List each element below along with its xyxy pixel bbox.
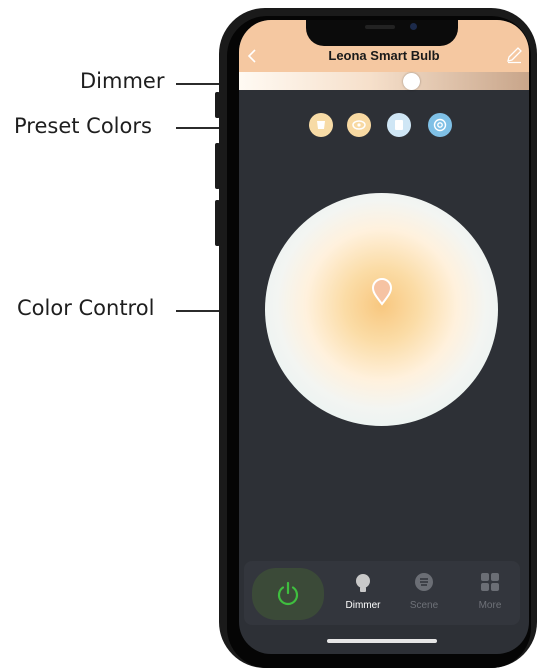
book-icon (395, 120, 403, 130)
dimmer-slider[interactable] (239, 72, 529, 90)
power-icon (277, 581, 299, 606)
phone-screen: Leona Smart Bulb Dimmer Scene More (239, 20, 529, 654)
pencil-icon[interactable] (505, 46, 523, 64)
color-control-wheel[interactable] (265, 193, 498, 426)
dimmer-slider-thumb[interactable] (403, 73, 420, 90)
dimmer-annotation-label: Dimmer (80, 69, 165, 93)
app-title: Leona Smart Bulb (328, 48, 440, 63)
preset-colors-annotation-label: Preset Colors (14, 114, 152, 138)
tab-more-label: More (478, 600, 502, 611)
preset-color-3[interactable] (387, 113, 411, 137)
preset-color-1[interactable] (309, 113, 333, 137)
tab-dimmer[interactable]: Dimmer (333, 570, 393, 618)
tab-dimmer-label: Dimmer (345, 600, 381, 611)
phone-notch (306, 20, 458, 46)
eye-icon (352, 120, 366, 130)
target-icon (433, 118, 447, 132)
color-picker-pin[interactable] (371, 278, 393, 306)
bulb-icon (356, 574, 370, 592)
cup-icon (317, 121, 325, 129)
power-button[interactable] (252, 568, 324, 620)
front-camera (410, 23, 417, 30)
home-indicator[interactable] (327, 639, 437, 643)
bottom-control-bar: Dimmer Scene More (244, 561, 520, 625)
phone-speaker (365, 25, 395, 29)
tab-scene-label: Scene (409, 600, 439, 611)
color-control-annotation-label: Color Control (17, 296, 155, 320)
grid-icon (481, 573, 499, 591)
scene-icon (415, 573, 433, 591)
tab-more[interactable]: More (460, 570, 520, 618)
preset-color-4[interactable] (428, 113, 452, 137)
tab-scene[interactable]: Scene (394, 570, 454, 618)
preset-color-2[interactable] (347, 113, 371, 137)
